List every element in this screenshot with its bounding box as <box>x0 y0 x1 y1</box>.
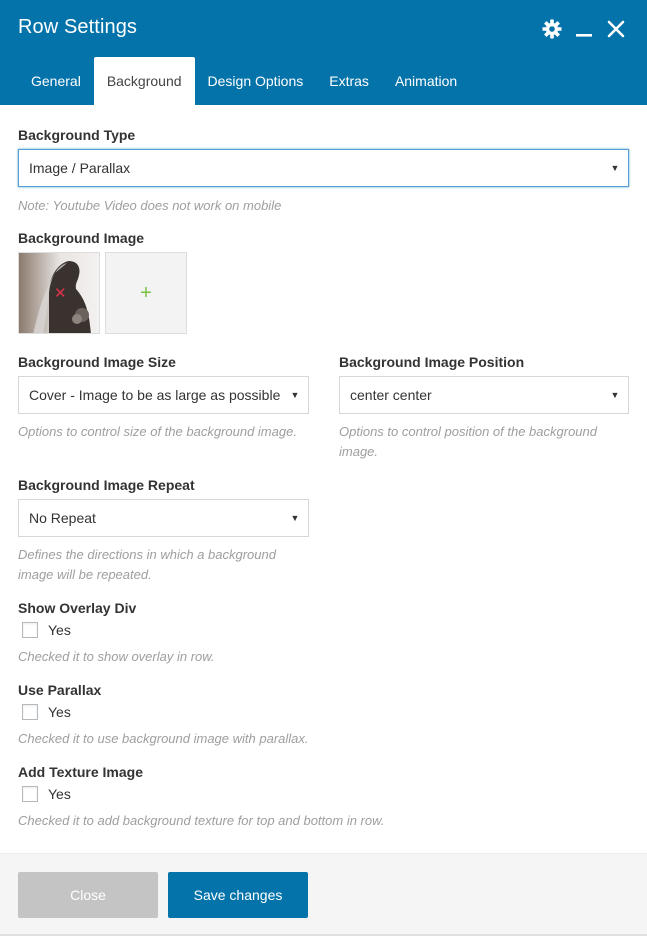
image-size-select[interactable]: Cover - Image to be as large as possible… <box>18 376 309 414</box>
parallax-checkbox-row: Yes <box>22 704 71 720</box>
tab-bar: General Background Design Options Extras… <box>18 57 470 105</box>
row-settings-dialog: Row Settings General Background Design O… <box>0 0 647 936</box>
overlay-checkbox[interactable] <box>22 622 38 638</box>
close-button[interactable]: Close <box>18 872 158 918</box>
parallax-note: Checked it to use background image with … <box>18 731 309 746</box>
tab-extras[interactable]: Extras <box>316 57 382 105</box>
tab-general[interactable]: General <box>18 57 94 105</box>
background-type-select[interactable]: Image / Parallax ▼ <box>18 149 629 187</box>
image-repeat-label: Background Image Repeat <box>18 477 195 493</box>
image-position-label: Background Image Position <box>339 354 525 370</box>
image-size-note: Options to control size of the backgroun… <box>18 424 297 439</box>
background-type-value: Image / Parallax <box>29 160 131 176</box>
image-repeat-note: Defines the directions in which a backgr… <box>18 547 276 582</box>
tab-animation[interactable]: Animation <box>382 57 470 105</box>
overlay-note: Checked it to show overlay in row. <box>18 649 215 664</box>
close-icon[interactable] <box>605 18 627 40</box>
texture-checkbox-label[interactable]: Yes <box>48 786 71 802</box>
remove-image-icon[interactable]: ✕ <box>54 286 67 301</box>
image-position-value: center center <box>350 387 432 403</box>
dropdown-arrow-icon: ▼ <box>290 513 300 523</box>
dropdown-arrow-icon: ▼ <box>610 163 620 173</box>
parallax-checkbox[interactable] <box>22 704 38 720</box>
background-type-label: Background Type <box>18 127 136 143</box>
parallax-label: Use Parallax <box>18 682 102 698</box>
background-image-thumbnail[interactable]: ✕ <box>18 252 100 334</box>
overlay-label: Show Overlay Div <box>18 600 137 616</box>
texture-label: Add Texture Image <box>18 764 143 780</box>
overlay-checkbox-row: Yes <box>22 622 71 638</box>
dropdown-arrow-icon: ▼ <box>290 390 300 400</box>
image-size-label: Background Image Size <box>18 354 176 370</box>
dialog-title: Row Settings <box>18 16 138 38</box>
background-type-note: Note: Youtube Video does not work on mob… <box>18 198 282 213</box>
dialog-footer: Close Save changes <box>0 853 647 936</box>
dropdown-arrow-icon: ▼ <box>610 390 620 400</box>
parallax-checkbox-label[interactable]: Yes <box>48 704 71 720</box>
image-position-note: Options to control position of the backg… <box>339 424 597 459</box>
add-image-button[interactable]: + <box>105 252 187 334</box>
image-repeat-value: No Repeat <box>29 510 96 526</box>
texture-checkbox[interactable] <box>22 786 38 802</box>
image-repeat-select[interactable]: No Repeat ▼ <box>18 499 309 537</box>
header-controls <box>541 16 627 42</box>
plus-icon: + <box>140 281 152 304</box>
gear-icon[interactable] <box>541 18 563 40</box>
tab-background[interactable]: Background <box>93 57 195 105</box>
image-position-select[interactable]: center center ▼ <box>339 376 629 414</box>
overlay-checkbox-label[interactable]: Yes <box>48 622 71 638</box>
texture-checkbox-row: Yes <box>22 786 71 802</box>
tab-design-options[interactable]: Design Options <box>195 57 317 105</box>
background-image-label: Background Image <box>18 230 145 246</box>
save-changes-button[interactable]: Save changes <box>168 872 308 918</box>
minimize-icon[interactable] <box>573 18 595 40</box>
texture-note: Checked it to add background texture for… <box>18 813 385 828</box>
dialog-header: Row Settings General Background Design O… <box>0 0 647 105</box>
image-size-value: Cover - Image to be as large as possible <box>29 387 281 403</box>
